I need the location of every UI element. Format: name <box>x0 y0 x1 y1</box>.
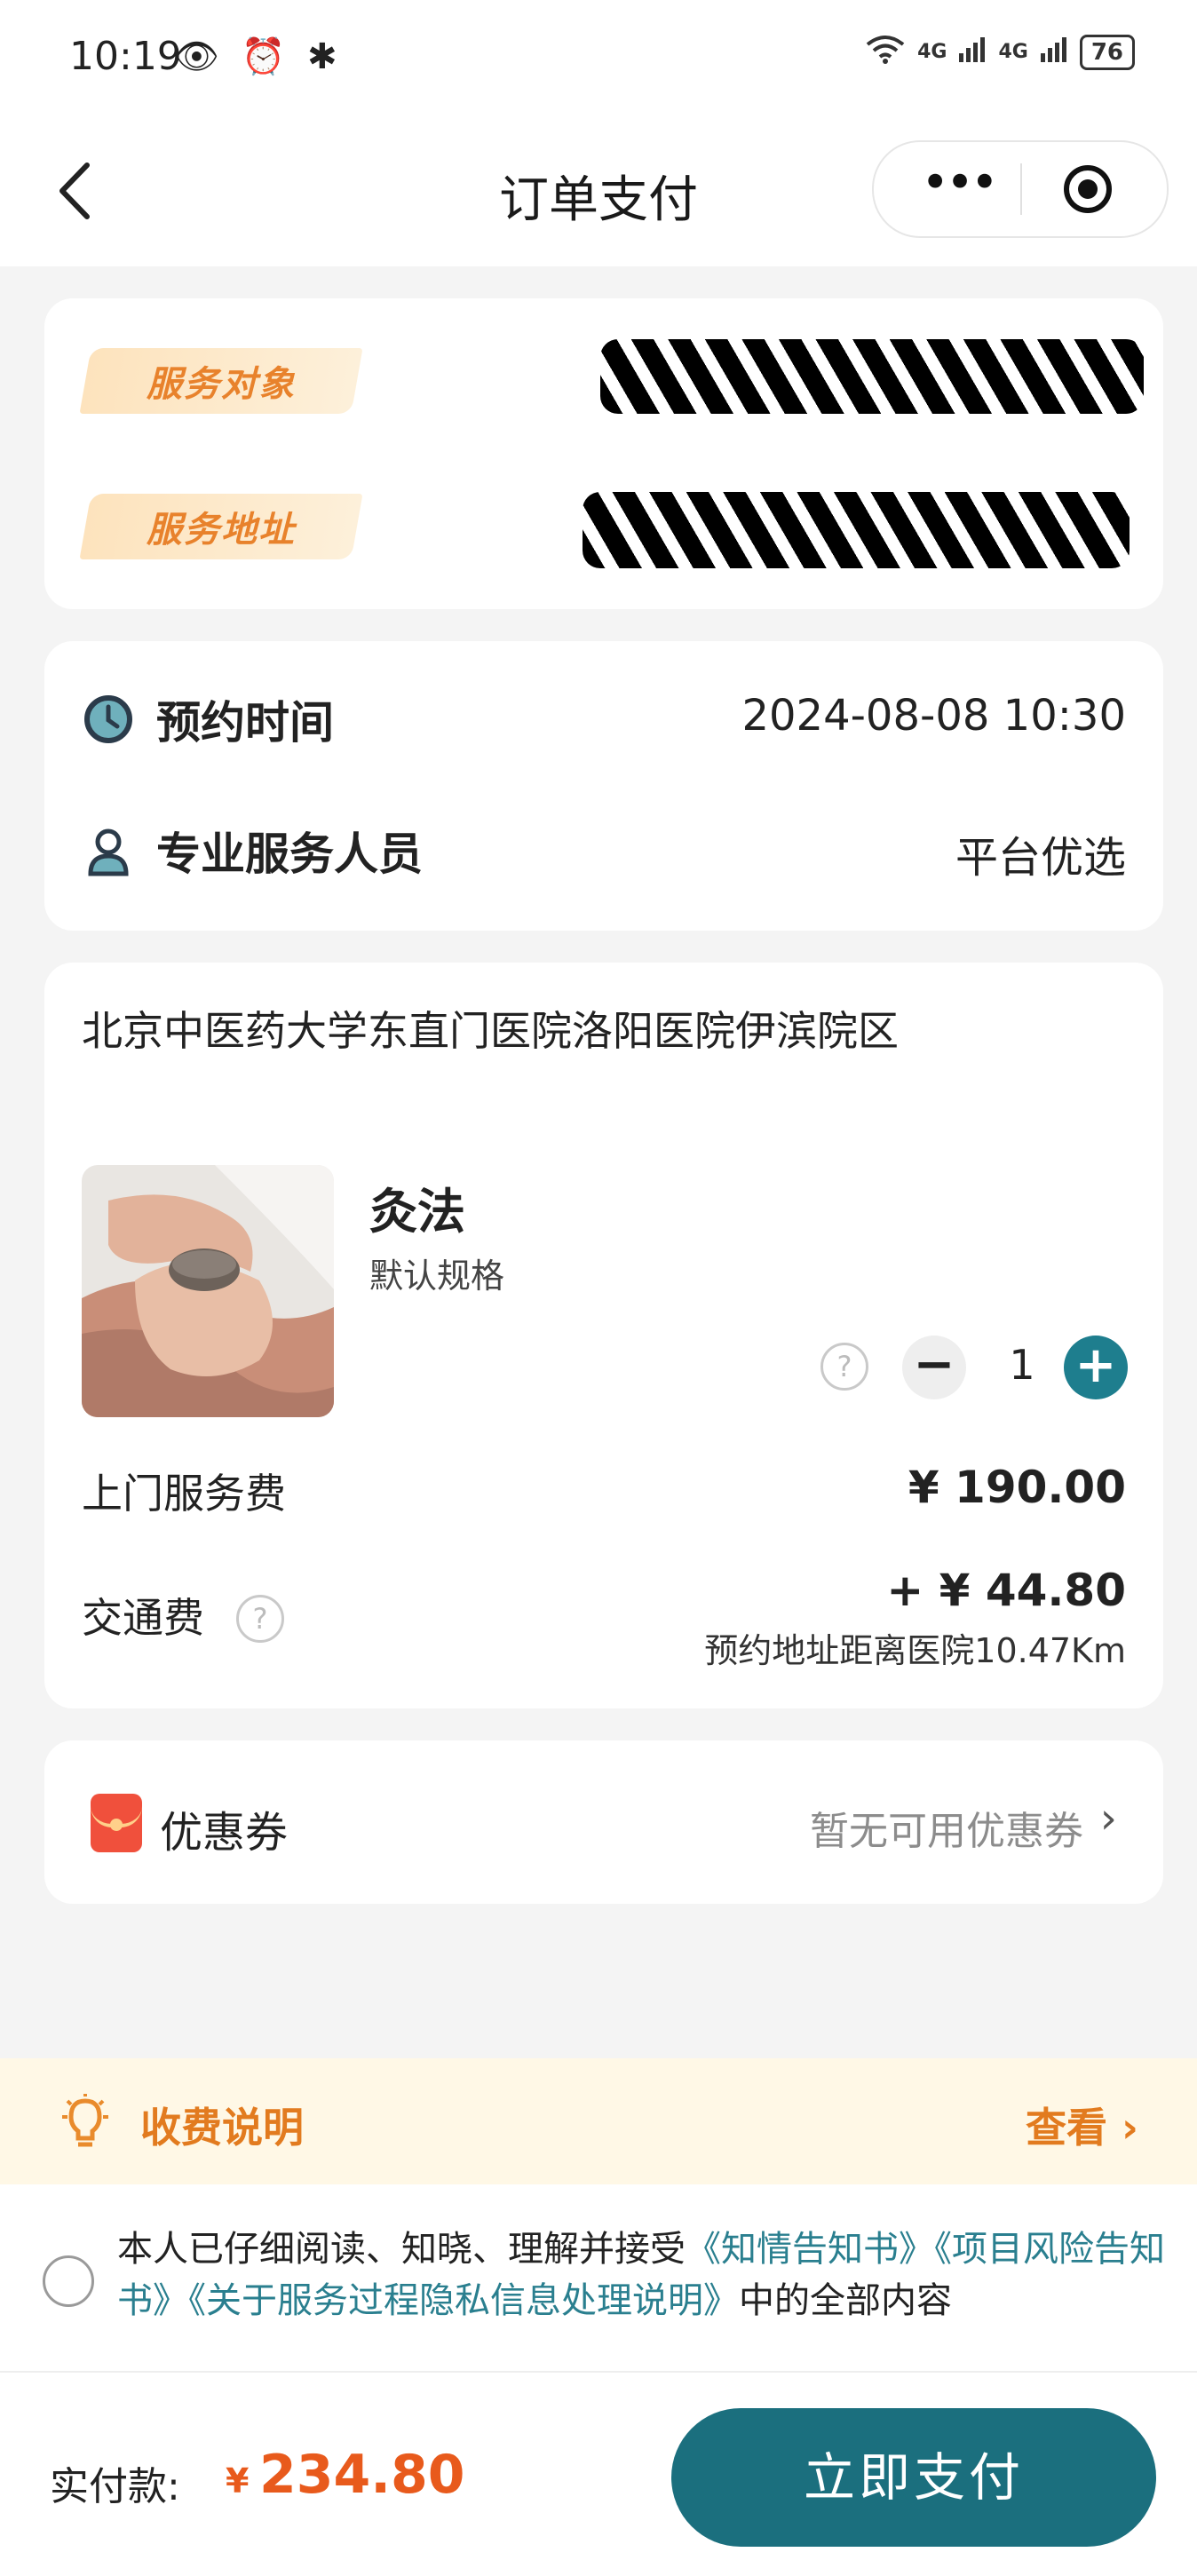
recipient-card[interactable]: 服务对象 服务地址 <box>44 298 1163 609</box>
transport-help-icon[interactable]: ? <box>236 1595 284 1643</box>
order-card: 北京中医药大学东直门医院洛阳医院伊滨院区 灸法 默认规格 ? − 1 + 上门服… <box>44 963 1163 1708</box>
pay-now-button[interactable]: 立即支付 <box>671 2408 1156 2547</box>
transport-fee-label: 交通费 <box>82 1594 204 1642</box>
person-icon <box>82 824 135 877</box>
redacted-address <box>583 492 1130 568</box>
coupon-value: 暂无可用优惠券 <box>810 1809 1083 1854</box>
appointment-card: 预约时间 2024-08-08 10:30 专业服务人员 平台优选 <box>44 641 1163 931</box>
staff-value[interactable]: 平台优选 <box>955 822 1126 884</box>
fee-explanation-label: 收费说明 <box>140 2104 304 2152</box>
distance-note: 预约地址距离医院10.47Km <box>704 1631 1126 1670</box>
redacted-subject-name <box>600 339 1144 414</box>
quantity-decrease-button[interactable]: − <box>902 1336 966 1399</box>
signal-icon: 4G <box>917 41 947 63</box>
service-image <box>82 1165 334 1417</box>
amount-currency: ¥ <box>226 2461 250 2501</box>
bluetooth-icon: ✱ <box>307 36 343 77</box>
fee-explanation-view-link[interactable]: 查看 › <box>1026 2096 1138 2154</box>
coupon-label: 优惠券 <box>160 1808 289 1858</box>
status-left-icons: 👁 ⏰ ✱ <box>174 36 343 77</box>
staff-label: 专业服务人员 <box>156 828 423 880</box>
status-right: 4G 4G 76 <box>866 34 1135 70</box>
help-icon[interactable]: ? <box>820 1343 868 1391</box>
transport-fee-value: + ¥ 44.80 <box>886 1565 1126 1616</box>
service-address-label: 服务地址 <box>147 510 296 551</box>
agreement-section: 本人已仔细阅读、知晓、理解并接受《知情告知书》《项目风险告知书》《关于服务过程隐… <box>0 2184 1197 2371</box>
coupon-icon <box>91 1794 142 1852</box>
service-name: 灸法 <box>369 1184 465 1240</box>
eye-icon: 👁 <box>174 36 225 77</box>
informed-notice-link[interactable]: 《知情告知书》 <box>686 2229 934 2270</box>
signal-bars-icon <box>1040 36 1067 68</box>
mini-program-capsule: ••• <box>872 140 1169 238</box>
quantity-increase-button[interactable]: + <box>1064 1336 1128 1399</box>
coupon-card[interactable]: 优惠券 暂无可用优惠券 › <box>44 1740 1163 1904</box>
fee-explanation-bar[interactable]: 收费说明 查看 › <box>0 2058 1197 2184</box>
signal-bars-icon <box>959 36 986 68</box>
service-address-tag: 服务地址 <box>79 494 363 559</box>
chevron-right-icon: › <box>1099 1794 1117 1843</box>
nav-bar: 订单支付 ••• <box>0 124 1197 266</box>
privacy-notice-link[interactable]: 《关于服务过程隐私信息处理说明》 <box>188 2280 739 2321</box>
agreement-prefix: 本人已仔细阅读、知晓、理解并接受 <box>117 2229 686 2270</box>
status-bar: 10:19 👁 ⏰ ✱ 4G 4G 76 <box>0 0 1197 124</box>
agreement-checkbox[interactable] <box>43 2255 94 2307</box>
appointment-time-label: 预约时间 <box>156 697 334 749</box>
amount-due-label: 实付款: <box>50 2464 180 2509</box>
service-fee-label: 上门服务费 <box>82 1470 286 1518</box>
capsule-divider <box>1020 163 1022 215</box>
close-target-icon[interactable] <box>1062 163 1114 215</box>
service-subject-tag: 服务对象 <box>79 348 363 414</box>
payment-bar: 实付款: ¥ 234.80 立即支付 <box>0 2371 1197 2576</box>
quantity-value: 1 <box>1009 1341 1035 1389</box>
alarm-icon: ⏰ <box>241 36 291 77</box>
battery-icon: 76 <box>1079 34 1135 70</box>
lightbulb-icon <box>59 2094 112 2151</box>
agreement-suffix: 中的全部内容 <box>739 2280 952 2321</box>
clock-icon <box>82 693 135 746</box>
service-spec: 默认规格 <box>369 1256 505 1296</box>
hospital-name: 北京中医药大学东直门医院洛阳医院伊滨院区 <box>82 1007 899 1055</box>
service-subject-label: 服务对象 <box>147 364 296 405</box>
more-icon[interactable]: ••• <box>909 156 1007 220</box>
amount-due-value: 234.80 <box>259 2444 465 2506</box>
wifi-icon <box>866 34 905 70</box>
status-time: 10:19 <box>69 34 182 79</box>
signal-icon: 4G <box>998 41 1028 63</box>
agreement-text: 本人已仔细阅读、知晓、理解并接受《知情告知书》《项目风险告知书》《关于服务过程隐… <box>117 2223 1165 2326</box>
appointment-time-value[interactable]: 2024-08-08 10:30 <box>741 691 1126 741</box>
service-fee-value: ¥ 190.00 <box>908 1462 1126 1513</box>
